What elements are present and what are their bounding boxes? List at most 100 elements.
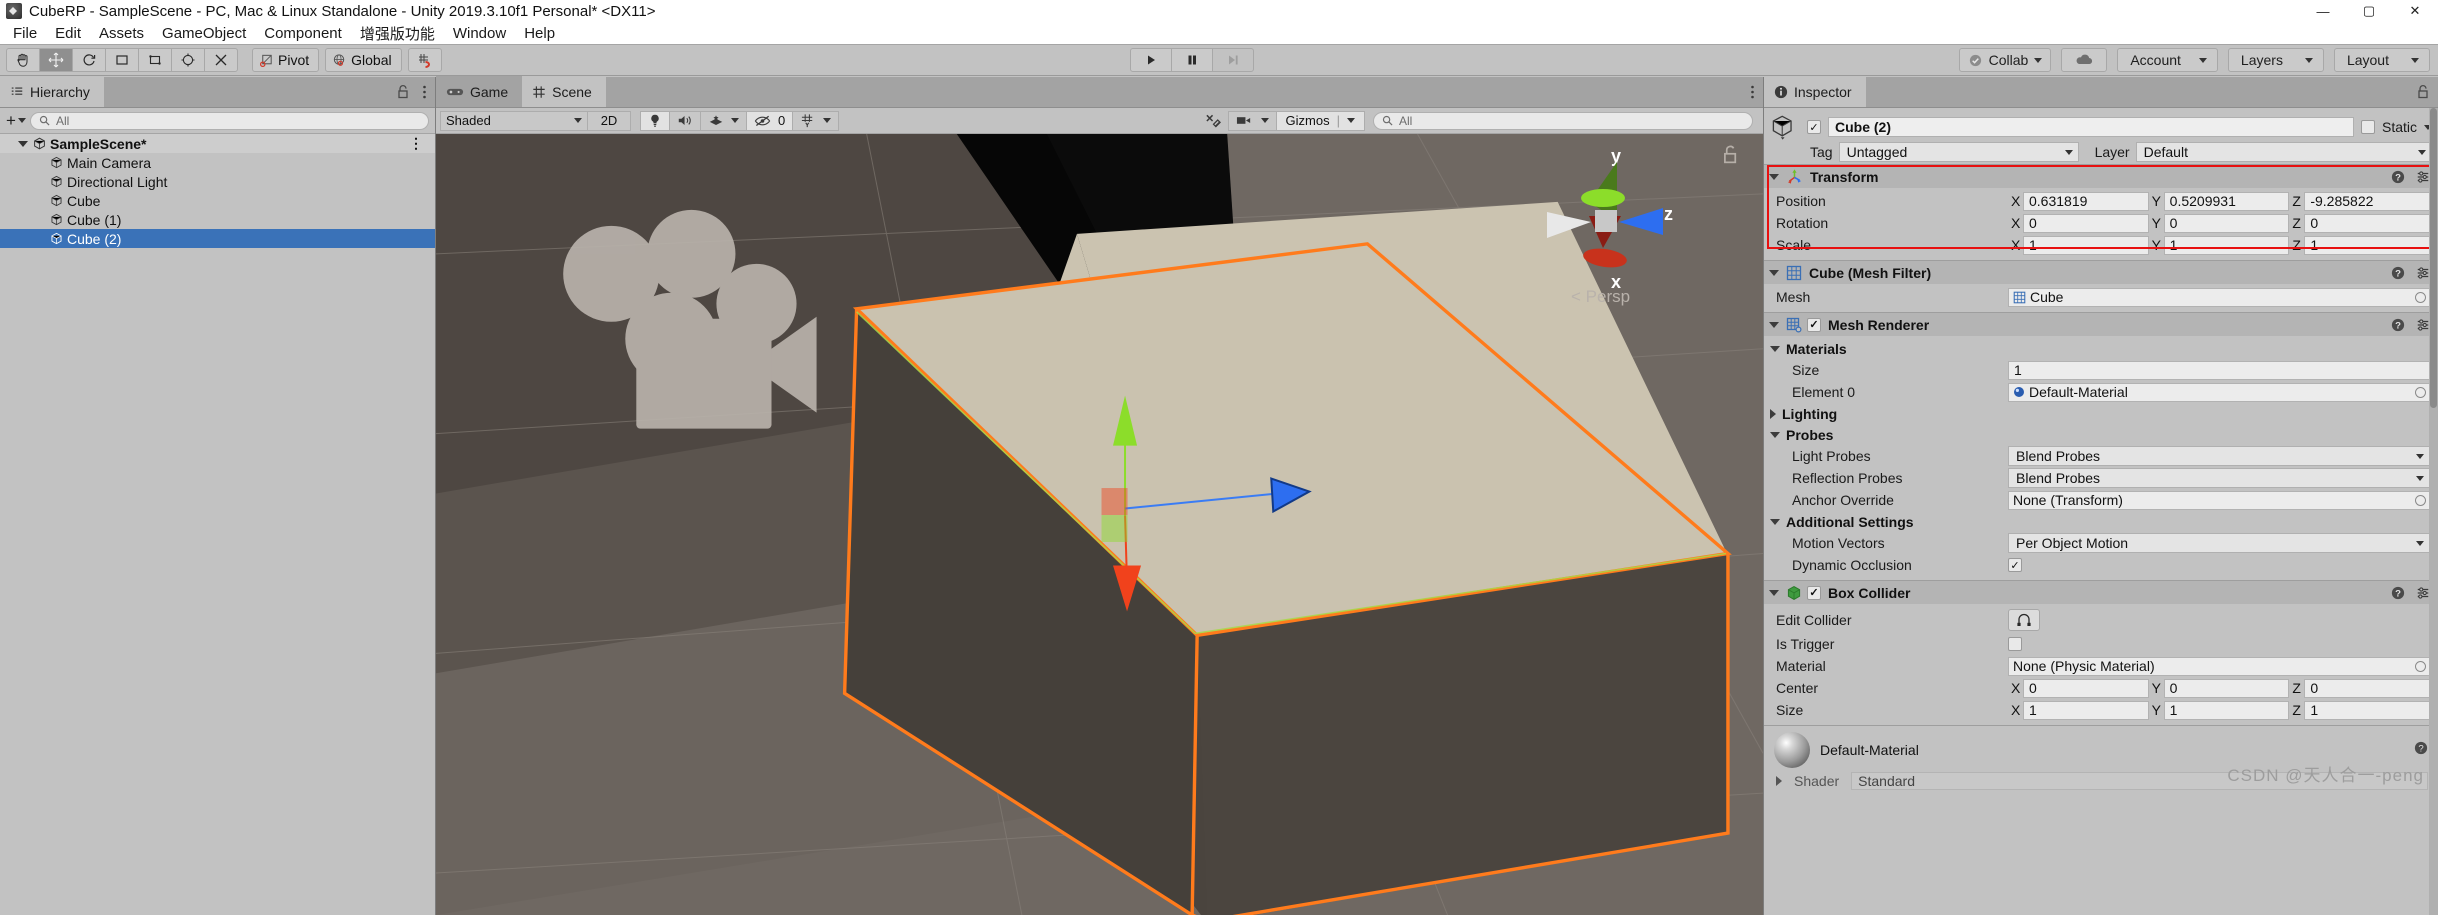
scale-x-input[interactable]: 1 [2023,235,2149,255]
materials-size-input[interactable]: 1 [2008,360,2430,380]
play-button[interactable] [1130,48,1172,72]
draw-mode-dropdown[interactable]: Shaded [440,110,588,131]
close-button[interactable]: ✕ [2392,0,2438,22]
layout-button[interactable]: Layout [2333,48,2430,72]
reflection-probes-dropdown[interactable]: Blend Probes [2008,468,2430,488]
transform-header-icons[interactable]: ? [2391,170,2430,184]
move-tool-icon[interactable] [39,48,73,72]
menu-item-component[interactable]: Component [255,22,351,44]
scale-y-input[interactable]: 1 [2163,235,2290,255]
mesh-renderer-enabled-checkbox[interactable]: ✓ [1807,317,1821,332]
rotation-x-input[interactable]: 0 [2023,213,2149,233]
twisty-open-icon[interactable] [1770,431,1780,438]
position-y-input[interactable]: 0.5209931 [2163,191,2290,211]
menu-item-assets[interactable]: Assets [90,22,153,44]
inspector-tab-tools[interactable] [2416,84,2430,100]
hand-tool-icon[interactable] [6,48,40,72]
cloud-button[interactable] [2061,48,2108,72]
menu-item-enhanced[interactable]: 增强版功能 [351,22,444,44]
help-icon[interactable]: ? [2414,741,2428,755]
is-trigger-checkbox[interactable] [2008,637,2022,651]
tab-scene[interactable]: Scene [522,76,606,107]
tab-hierarchy[interactable]: Hierarchy [0,76,104,107]
box-collider-enabled-checkbox[interactable]: ✓ [1807,585,1821,600]
chevron-down-icon[interactable] [731,118,739,123]
rotate-tool-icon[interactable] [72,48,106,72]
light-probes-dropdown[interactable]: Blend Probes [2008,446,2430,466]
gameobject-name-input[interactable]: Cube (2) [1828,117,2354,137]
menu-item-window[interactable]: Window [444,22,515,44]
materials-foldout[interactable]: Materials [1764,338,2438,359]
mesh-filter-header-icons[interactable]: ? [2391,266,2430,280]
mesh-renderer-header-icons[interactable]: ? [2391,318,2430,332]
additional-settings-foldout[interactable]: Additional Settings [1764,511,2438,532]
hierarchy-add-button[interactable]: + [6,112,26,129]
transform-header[interactable]: Transform ? [1764,165,2438,188]
hierarchy-tree[interactable]: SampleScene* ⋮ Main Camera Directional L… [0,134,435,915]
collider-center-z-input[interactable]: 0 [2304,678,2431,698]
mesh-object-field[interactable]: Cube [2008,287,2430,307]
window-controls[interactable]: — ▢ ✕ [2300,0,2438,22]
twisty-open-icon[interactable] [18,140,28,147]
pause-button[interactable] [1171,48,1213,72]
lighting-foldout[interactable]: Lighting [1764,403,2438,424]
gameobject-enabled-checkbox[interactable]: ✓ [1807,120,1821,134]
hierarchy-row-directional-light[interactable]: Directional Light [0,172,435,191]
menu-bar[interactable]: File Edit Assets GameObject Component 增强… [0,22,2438,44]
object-picker-icon[interactable] [2415,386,2426,398]
custom-tool-icon[interactable] [204,48,238,72]
collab-button[interactable]: Collab [1958,48,2052,72]
twisty-closed-icon[interactable] [1770,408,1776,419]
hierarchy-row-samplescene[interactable]: SampleScene* ⋮ [0,134,435,153]
grid-snap-button[interactable] [407,48,442,72]
menu-item-file[interactable]: File [4,22,46,44]
scene-gizmo-lock-icon[interactable] [1721,144,1741,171]
dynamic-occlusion-checkbox[interactable]: ✓ [2008,558,2022,572]
materials-element0-field[interactable]: Default-Material [2008,382,2430,402]
position-x-input[interactable]: 0.631819 [2023,191,2149,211]
hierarchy-tab-tools[interactable] [396,84,427,100]
static-checkbox[interactable] [2360,120,2375,134]
maximize-button[interactable]: ▢ [2346,0,2392,22]
scrollbar-thumb[interactable] [2430,108,2437,408]
scale-z-input[interactable]: 1 [2304,235,2431,255]
edit-collider-button[interactable] [2008,608,2040,631]
mesh-filter-header[interactable]: Cube (Mesh Filter) ? [1764,261,2438,284]
tab-inspector[interactable]: Inspector [1764,77,1866,107]
menu-item-gameobject[interactable]: GameObject [153,22,255,44]
collider-size-z-input[interactable]: 1 [2304,700,2431,720]
twisty-open-icon[interactable] [1769,321,1779,328]
collider-size-x-input[interactable]: 1 [2023,700,2149,720]
scale-tool-icon[interactable] [105,48,139,72]
scene-tab-tools[interactable] [1750,84,1755,100]
hierarchy-row-cube-2[interactable]: Cube (2) [0,229,435,248]
object-picker-icon[interactable] [2415,660,2426,672]
collider-material-field[interactable]: None (Physic Material) [2008,656,2430,676]
layers-button[interactable]: Layers [2227,48,2324,72]
twisty-closed-icon[interactable] [1776,776,1782,786]
chevron-down-icon[interactable] [1347,118,1355,123]
playback-controls[interactable] [1130,48,1254,72]
step-button[interactable] [1212,48,1254,72]
rect-tool-icon[interactable] [138,48,172,72]
rotation-z-input[interactable]: 0 [2304,213,2431,233]
collider-center-y-input[interactable]: 0 [2163,678,2290,698]
twisty-open-icon[interactable] [1770,518,1780,525]
hierarchy-row-cube[interactable]: Cube [0,191,435,210]
chevron-down-icon[interactable] [1260,118,1269,123]
twisty-open-icon[interactable] [1769,173,1779,180]
scene-more-icon[interactable]: ⋮ [409,135,423,152]
scene-tools-button[interactable] [1198,111,1229,131]
chevron-down-icon[interactable] [823,118,832,123]
scene-camera-button[interactable] [1227,110,1277,131]
scene-audio-toggle[interactable] [669,110,701,131]
position-z-input[interactable]: -9.285822 [2304,191,2431,211]
probes-foldout[interactable]: Probes [1764,424,2438,445]
tag-dropdown[interactable]: Untagged [1838,142,2079,162]
scene-grid-toggle[interactable] [792,110,840,131]
scene-viewport[interactable]: y z x < Persp [436,134,1763,915]
object-picker-icon[interactable] [2415,291,2426,303]
anchor-override-field[interactable]: None (Transform) [2008,490,2430,510]
inspector-scrollbar[interactable] [2429,108,2438,915]
account-button[interactable]: Account [2117,48,2218,72]
